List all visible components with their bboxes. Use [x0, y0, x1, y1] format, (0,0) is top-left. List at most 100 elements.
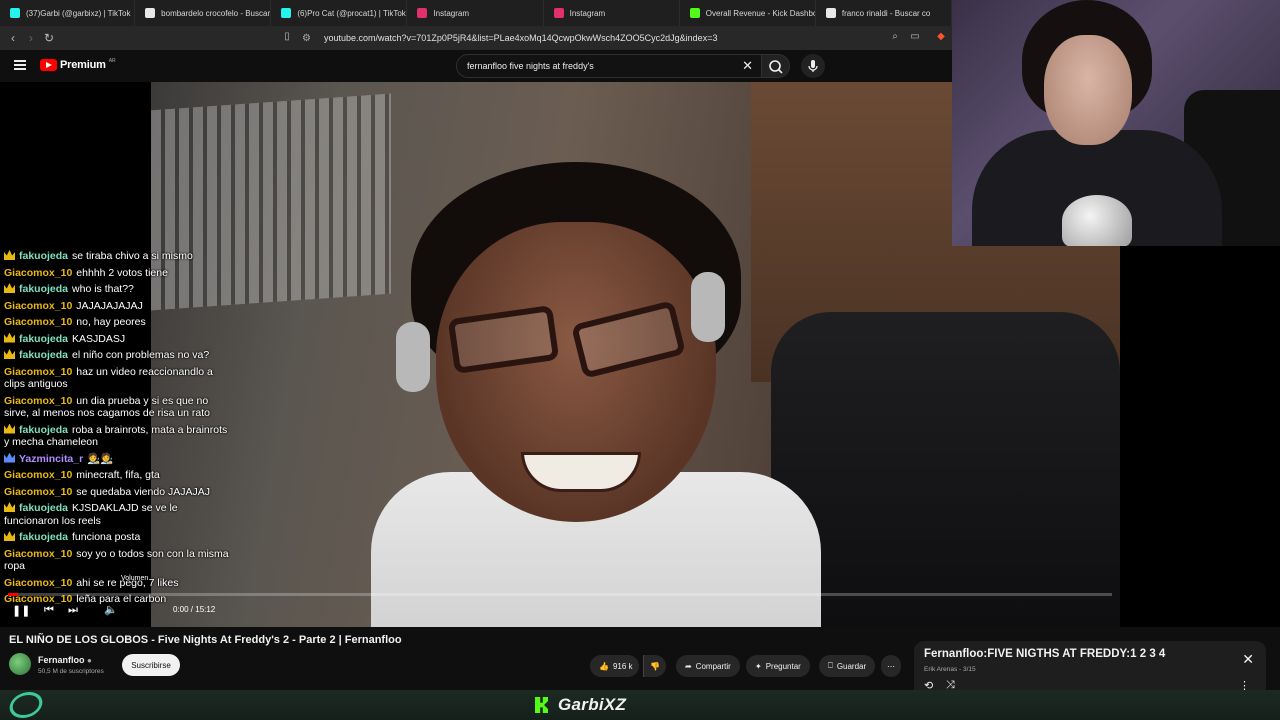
- browser-tab-label: Overall Revenue - Kick Dashboa: [705, 8, 816, 18]
- next-icon[interactable]: ⏭: [68, 604, 78, 617]
- chat-overlay: fakuojeda se tiraba chivo a si mismo Giaco…: [4, 250, 232, 610]
- chat-username[interactable]: Giacomox_10: [4, 577, 72, 589]
- bookmark-icon[interactable]: ▯: [278, 31, 296, 42]
- more-icon: ⋯: [887, 661, 895, 671]
- chat-text: el niño con problemas no va?: [72, 349, 210, 361]
- browser-tab[interactable]: franco rinaldi - Buscar co: [816, 0, 953, 26]
- crown-badge-icon: [4, 283, 15, 293]
- chat-username[interactable]: Giacomox_10: [4, 548, 72, 560]
- streamer-face: [1044, 35, 1132, 145]
- thumbs-down-icon: 👎: [650, 661, 660, 671]
- browser-tab-label: bombardelo crocofelo - Buscar c: [161, 8, 272, 18]
- back-icon[interactable]: ‹: [4, 31, 22, 45]
- crown-badge-icon: [4, 250, 15, 260]
- share-button[interactable]: ➦ Compartir: [676, 655, 740, 677]
- browser-tab-label: Instagram: [569, 8, 606, 18]
- chat-username[interactable]: fakuojeda: [19, 502, 68, 514]
- reload-icon[interactable]: ↻: [40, 31, 58, 45]
- voice-search-button[interactable]: [801, 54, 825, 78]
- search-input[interactable]: fernanfloo five nights at freddy's ✕: [456, 54, 762, 78]
- stream-brand-name: GarbiXZ: [558, 695, 627, 714]
- crown-badge-icon: [4, 349, 15, 359]
- chat-username[interactable]: Giacomox_10: [4, 366, 72, 378]
- chat-username[interactable]: Giacomox_10: [4, 486, 72, 498]
- chat-text: funciona posta: [72, 531, 141, 543]
- more-actions-button[interactable]: ⋯: [881, 655, 901, 677]
- progress-bar[interactable]: [8, 593, 1112, 596]
- browser-tab[interactable]: Instagram: [407, 0, 544, 26]
- chat-message: Giacomox_10 se quedaba viendo JAJAJAJ: [4, 486, 232, 499]
- youtube-logo[interactable]: Premium AR: [40, 58, 116, 71]
- browser-tab-bar: (37)Garbi (@garbixz) | TikTok bombardelo …: [0, 0, 953, 26]
- chat-username[interactable]: Giacomox_10: [4, 300, 72, 312]
- playlist-subtitle: Erik Arenas - 3/15: [924, 666, 976, 673]
- chat-username[interactable]: Yazmincita_r: [19, 453, 83, 465]
- chat-message: Yazmincita_r 🧑‍🎨🧑‍🎨: [4, 452, 232, 466]
- menu-icon[interactable]: [14, 60, 26, 70]
- bookmark-icon: ⎕: [828, 661, 833, 670]
- chat-username[interactable]: fakuojeda: [19, 250, 68, 262]
- subscribe-button[interactable]: Suscribirse: [122, 654, 180, 676]
- youtube-play-icon: [40, 59, 57, 71]
- chat-message: Giacomox_10 haz un video reaccionandlo a …: [4, 366, 232, 391]
- thumbs-up-icon: 👍: [599, 661, 609, 671]
- search-button[interactable]: [762, 54, 790, 78]
- playlist-title[interactable]: Fernanfloo:FIVE NIGTHS AT FREDDY:1 2 3 4: [924, 648, 1165, 660]
- browser-tab[interactable]: (37)Garbi (@garbixz) | TikTok: [0, 0, 136, 26]
- chat-username[interactable]: Giacomox_10: [4, 316, 72, 328]
- kick-icon: [689, 8, 700, 18]
- chat-message: fakuojeda who is that??: [4, 283, 232, 296]
- ask-label: Preguntar: [765, 661, 801, 671]
- lens-right: [570, 300, 687, 379]
- brave-shield-icon[interactable]: ◆: [932, 31, 950, 42]
- chat-username[interactable]: fakuojeda: [19, 283, 68, 295]
- browser-tab[interactable]: Overall Revenue - Kick Dashboa: [680, 0, 816, 26]
- chat-text: no, hay peores: [76, 316, 146, 328]
- browser-tab[interactable]: Instagram: [544, 0, 680, 26]
- channel-name[interactable]: Fernanfloo ●: [38, 655, 92, 665]
- site-info-icon[interactable]: ⚙: [302, 33, 316, 44]
- tiktok-icon: [10, 8, 20, 18]
- chat-username[interactable]: Giacomox_10: [4, 267, 72, 279]
- pause-icon[interactable]: ❚❚: [12, 604, 30, 617]
- tiktok-icon: [281, 8, 292, 18]
- browser-tab[interactable]: bombardelo crocofelo - Buscar c: [135, 0, 272, 26]
- mic-icon: [808, 60, 818, 72]
- chat-message: fakuojeda funciona posta: [4, 531, 232, 544]
- dislike-button[interactable]: 👎: [643, 655, 666, 677]
- url-field[interactable]: ⚙ youtube.com/watch?v=701Zp0P5jR4&list=P…: [302, 29, 932, 47]
- time-display: 0:00 / 15:12: [173, 605, 216, 614]
- chat-message: fakuojeda roba a brainrots, mata a brainr…: [4, 423, 232, 449]
- chat-text: se quedaba viendo JAJAJAJ: [76, 485, 210, 498]
- chat-username[interactable]: Giacomox_10: [4, 469, 72, 481]
- volume-icon[interactable]: 🔈: [104, 603, 118, 616]
- chat-username[interactable]: fakuojeda: [19, 349, 68, 361]
- previous-icon[interactable]: ⏮: [44, 604, 54, 617]
- browser-tab-label: franco rinaldi - Buscar co: [841, 8, 931, 18]
- chat-username[interactable]: fakuojeda: [19, 333, 68, 345]
- logo-text: Premium: [60, 59, 106, 71]
- chat-username[interactable]: fakuojeda: [19, 424, 68, 436]
- close-icon[interactable]: ✕: [1242, 651, 1254, 668]
- cast-icon[interactable]: ▭: [906, 31, 924, 42]
- chat-message: Giacomox_10 ahi se re pego, 7 likes: [4, 577, 232, 590]
- forward-icon[interactable]: ›: [22, 31, 40, 45]
- ask-button[interactable]: ✦ Preguntar: [746, 655, 810, 677]
- channel-logo-icon: [6, 692, 46, 718]
- zoom-icon[interactable]: ⌕: [886, 31, 904, 42]
- search-icon: [769, 60, 783, 74]
- save-button[interactable]: ⎕ Guardar: [819, 655, 876, 677]
- browser-tab-label: (37)Garbi (@garbixz) | TikTok: [26, 8, 131, 18]
- like-button[interactable]: 👍 916 k: [590, 655, 639, 677]
- url-text: youtube.com/watch?v=701Zp0P5jR4&list=PLa…: [324, 33, 718, 43]
- chat-username[interactable]: fakuojeda: [19, 531, 68, 543]
- browser-tab[interactable]: (6)Pro Cat (@procat1) | TikTok: [271, 0, 408, 26]
- streamer-webcam: [952, 0, 1280, 246]
- share-icon: ➦: [685, 661, 692, 671]
- close-icon[interactable]: ✕: [742, 58, 753, 74]
- chat-username[interactable]: Giacomox_10: [4, 395, 72, 407]
- youtube-header: Premium AR fernanfloo five nights at fre…: [0, 50, 952, 82]
- chat-message: fakuojeda el niño con problemas no va?: [4, 349, 232, 362]
- channel-avatar[interactable]: [9, 653, 31, 675]
- video-title: EL NIÑO DE LOS GLOBOS - Five Nights At F…: [9, 634, 402, 646]
